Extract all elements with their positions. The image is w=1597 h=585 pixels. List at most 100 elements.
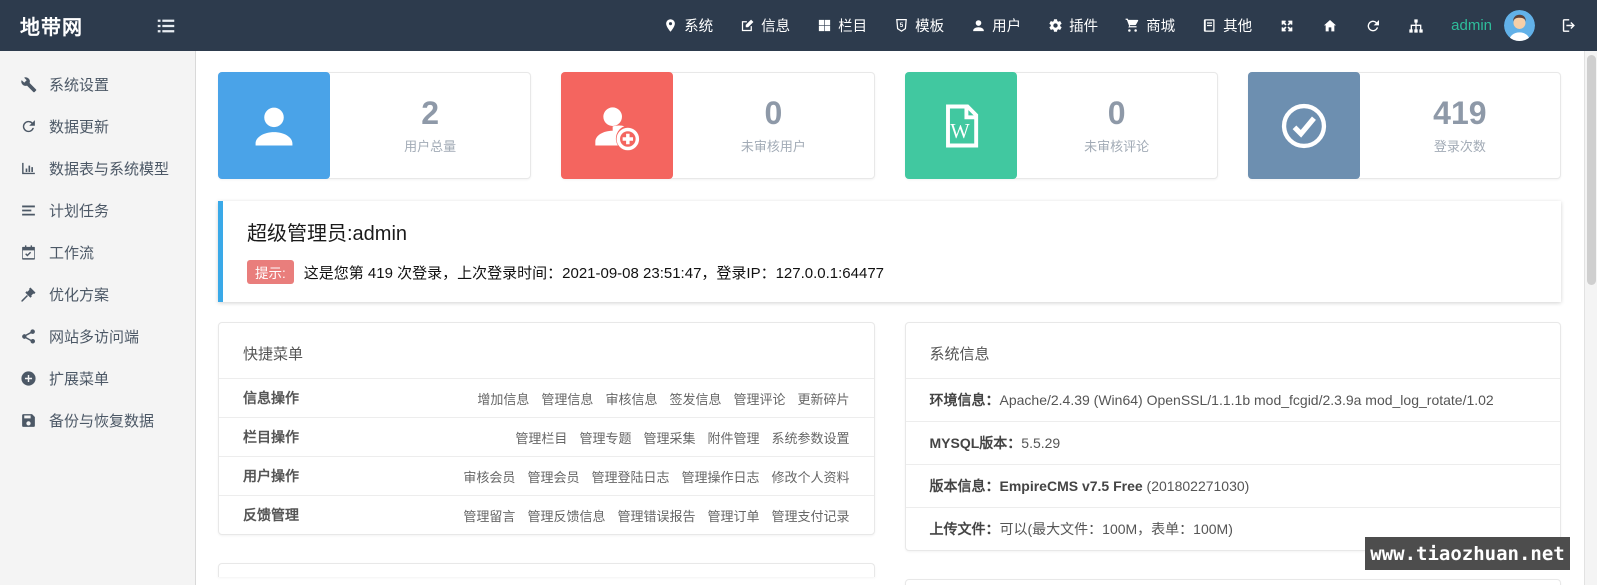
avatar-image: [1504, 10, 1535, 41]
quick-link[interactable]: 修改个人资料: [771, 470, 849, 485]
quick-menu-row: 用户操作审核会员管理会员管理登陆日志管理操作日志修改个人资料: [219, 456, 874, 495]
system-info-row: MYSQL版本：5.5.29: [906, 421, 1561, 464]
quick-link[interactable]: 管理会员: [527, 470, 579, 485]
nav-item-label: 系统: [684, 15, 713, 36]
nav-item-label: 栏目: [838, 15, 867, 36]
quick-link[interactable]: 管理错误报告: [617, 509, 695, 524]
sidebar-item-backup[interactable]: 备份与恢复数据: [0, 399, 195, 441]
expand-icon: [1279, 18, 1295, 34]
nav-item-system[interactable]: 系统: [663, 15, 713, 36]
nav-item-info[interactable]: 信息: [740, 15, 790, 36]
nav-tool-home[interactable]: [1322, 18, 1338, 34]
quick-link[interactable]: 管理登陆日志: [591, 470, 669, 485]
check-circle-icon: [1278, 100, 1330, 152]
quick-link[interactable]: 更新碎片: [797, 392, 849, 407]
home-icon: [1322, 18, 1338, 34]
top-navbar: 地带网 系统 信息 栏目 模板 用户 插件 商城 其他 admin: [0, 0, 1597, 51]
nav-tool-refresh[interactable]: [1365, 18, 1381, 34]
content-area: 2用户总量0未审核用户0未审核评论419登录次数 超级管理员:admin 提示:…: [196, 51, 1597, 585]
quick-link[interactable]: 签发信息: [669, 392, 721, 407]
quick-link[interactable]: 审核会员: [463, 470, 515, 485]
nav-item-plugin[interactable]: 插件: [1048, 15, 1098, 36]
sidebar-item-optimize[interactable]: 优化方案: [0, 273, 195, 315]
quick-link[interactable]: 系统参数设置: [771, 431, 849, 446]
share-icon: [20, 328, 37, 345]
logout-button[interactable]: [1560, 17, 1577, 34]
sidebar-item-label: 优化方案: [49, 284, 109, 305]
sidebar: 系统设置数据更新数据表与系统模型计划任务工作流优化方案网站多访问端扩展菜单备份与…: [0, 51, 196, 585]
system-info-value: (201802271030): [1143, 478, 1250, 494]
system-info-strong-value: EmpireCMS v7.5 Free: [1000, 478, 1143, 494]
quick-menu-row: 信息操作增加信息管理信息审核信息签发信息管理评论更新碎片: [219, 378, 874, 417]
sidebar-item-label: 备份与恢复数据: [49, 410, 154, 431]
quick-link[interactable]: 管理栏目: [515, 431, 567, 446]
sidebar-item-models[interactable]: 数据表与系统模型: [0, 147, 195, 189]
th-icon: [817, 18, 832, 33]
quick-link[interactable]: 附件管理: [707, 431, 759, 446]
next-panel-sliver-left: [218, 563, 875, 577]
system-info-value: 5.5.29: [1021, 435, 1060, 451]
avatar[interactable]: [1504, 10, 1535, 41]
sidebar-item-label: 工作流: [49, 242, 94, 263]
welcome-message-line: 提示: 这是您第 419 次登录，上次登录时间：2021-09-08 23:51…: [247, 260, 1537, 284]
welcome-panel: 超级管理员:admin 提示: 这是您第 419 次登录，上次登录时间：2021…: [218, 201, 1561, 302]
quick-link[interactable]: 管理信息: [541, 392, 593, 407]
template-icon: [894, 18, 909, 33]
stat-label: 登录次数: [1434, 136, 1486, 155]
system-info-label: MYSQL版本：: [930, 435, 1022, 451]
nav-item-other[interactable]: 其他: [1202, 15, 1252, 36]
save-icon: [20, 412, 37, 429]
sidebar-item-settings[interactable]: 系统设置: [0, 63, 195, 105]
quick-link[interactable]: 审核信息: [605, 392, 657, 407]
quick-link[interactable]: 管理留言: [463, 509, 515, 524]
stat-body: 2用户总量: [330, 73, 530, 178]
nav-item-user[interactable]: 用户: [971, 15, 1021, 36]
quick-link[interactable]: 管理订单: [707, 509, 759, 524]
stat-value: 2: [421, 96, 439, 131]
stat-icon-box: [905, 72, 1017, 179]
username-label[interactable]: admin: [1451, 17, 1492, 34]
user-icon: [971, 18, 986, 33]
nav-item-template[interactable]: 模板: [894, 15, 944, 36]
quick-link[interactable]: 管理采集: [643, 431, 695, 446]
panel-columns: 快捷菜单 信息操作增加信息管理信息审核信息签发信息管理评论更新碎片栏目操作管理栏…: [218, 322, 1561, 585]
menu-icon: [155, 15, 177, 37]
quick-menu-links: 管理栏目管理专题管理采集附件管理系统参数设置: [373, 428, 850, 447]
stat-icon-box: [1248, 72, 1360, 179]
sidebar-item-workflow[interactable]: 工作流: [0, 231, 195, 273]
quick-link[interactable]: 管理操作日志: [681, 470, 759, 485]
sign-out-icon: [1560, 17, 1577, 34]
quick-link[interactable]: 管理评论: [733, 392, 785, 407]
nav-item-column[interactable]: 栏目: [817, 15, 867, 36]
system-info-label: 版本信息：: [930, 478, 1000, 494]
page-scrollbar-thumb[interactable]: [1587, 55, 1596, 285]
quick-menu-row-label: 栏目操作: [243, 427, 373, 447]
quick-link[interactable]: 管理专题: [579, 431, 631, 446]
quick-link[interactable]: 管理反馈信息: [527, 509, 605, 524]
nav-item-mall[interactable]: 商城: [1125, 15, 1175, 36]
quick-menu-links: 审核会员管理会员管理登陆日志管理操作日志修改个人资料: [373, 467, 850, 486]
system-info-label: 上传文件：: [930, 521, 1000, 537]
quick-link[interactable]: 增加信息: [477, 392, 529, 407]
nav-tool-fullscreen[interactable]: [1279, 18, 1295, 34]
sidebar-item-endpoints[interactable]: 网站多访问端: [0, 315, 195, 357]
site-logo[interactable]: 地带网: [20, 11, 140, 40]
nav-item-label: 商城: [1146, 15, 1175, 36]
page-scrollbar-track[interactable]: [1584, 51, 1597, 585]
stat-body: 0未审核评论: [1017, 73, 1217, 178]
system-info-label: 环境信息：: [930, 392, 1000, 408]
sidebar-item-label: 系统设置: [49, 74, 109, 95]
quick-link[interactable]: 管理支付记录: [771, 509, 849, 524]
book-icon: [1202, 18, 1217, 33]
rotate-icon: [20, 118, 37, 135]
sidebar-item-data-update[interactable]: 数据更新: [0, 105, 195, 147]
system-info-value: Apache/2.4.39 (Win64) OpenSSL/1.1.1b mod…: [1000, 392, 1494, 408]
sidebar-item-label: 网站多访问端: [49, 326, 139, 347]
sidebar-item-tasks[interactable]: 计划任务: [0, 189, 195, 231]
stat-card-pending-users: 0未审核用户: [561, 72, 874, 179]
wrench-icon: [20, 76, 37, 93]
sidebar-item-extend-menu[interactable]: 扩展菜单: [0, 357, 195, 399]
sidebar-toggle-button[interactable]: [155, 15, 177, 37]
sidebar-item-label: 扩展菜单: [49, 368, 109, 389]
nav-tool-sitemap[interactable]: [1408, 18, 1424, 34]
